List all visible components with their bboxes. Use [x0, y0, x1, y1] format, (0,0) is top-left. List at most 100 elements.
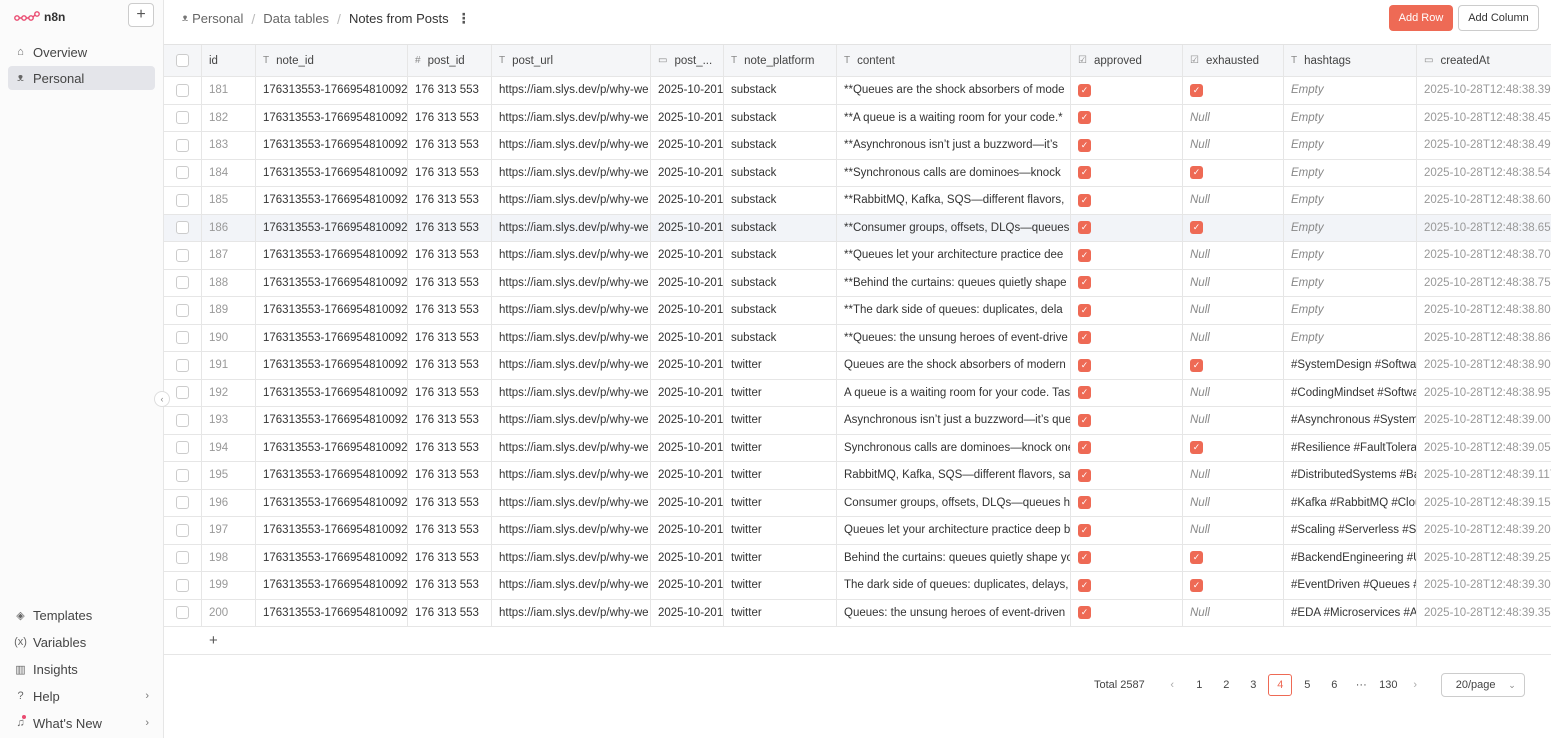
table-row[interactable]: 197 176313553-1766954810092- 176 313 553 ht…	[164, 517, 1551, 545]
cell-note-platform[interactable]: twitter	[724, 434, 837, 461]
cell-post-id[interactable]: 176 313 553	[408, 407, 492, 434]
cell-content[interactable]: **Behind the curtains: queues quietly sh…	[837, 269, 1071, 296]
checked-checkbox-icon[interactable]: ✓	[1190, 83, 1203, 97]
column-header-note-platform[interactable]: Tnote_platform	[724, 45, 837, 76]
cell-note-platform[interactable]: substack	[724, 132, 837, 159]
cell-content[interactable]: Synchronous calls are dominoes—knock one	[837, 434, 1071, 461]
cell-hashtags[interactable]: Empty	[1284, 187, 1417, 214]
cell-note-platform[interactable]: twitter	[724, 407, 837, 434]
table-row[interactable]: 189 176313553-1766954810092- 176 313 553 ht…	[164, 297, 1551, 325]
table-row[interactable]: 195 176313553-1766954810092- 176 313 553 ht…	[164, 462, 1551, 490]
cell-hashtags[interactable]: #Asynchronous #System	[1284, 407, 1417, 434]
cell-note-id[interactable]: 176313553-1766954810092-	[256, 324, 408, 351]
cell-content[interactable]: **RabbitMQ, Kafka, SQS—different flavors…	[837, 187, 1071, 214]
table-row[interactable]: 182 176313553-1766954810092- 176 313 553 ht…	[164, 104, 1551, 132]
cell-post-url[interactable]: https://iam.slys.dev/p/why-we	[492, 77, 651, 104]
checked-checkbox-icon[interactable]: ✓	[1078, 221, 1091, 235]
cell-hashtags[interactable]: Empty	[1284, 242, 1417, 269]
cell-content[interactable]: **A queue is a waiting room for your cod…	[837, 104, 1071, 131]
checked-checkbox-icon[interactable]: ✓	[1190, 358, 1203, 372]
cell-post-id[interactable]: 176 313 553	[408, 599, 492, 626]
cell-approved[interactable]: ✓	[1071, 517, 1183, 544]
cell-post-id[interactable]: 176 313 553	[408, 544, 492, 571]
checked-checkbox-icon[interactable]: ✓	[1078, 468, 1091, 482]
collapse-sidebar-button[interactable]: ‹	[154, 391, 170, 407]
column-header-approved[interactable]: ☑ approved	[1071, 45, 1183, 76]
next-page-icon[interactable]: ›	[1403, 674, 1427, 696]
cell-post-id[interactable]: 176 313 553	[408, 159, 492, 186]
checked-checkbox-icon[interactable]: ✓	[1078, 83, 1091, 97]
cell-id[interactable]: 196	[202, 489, 256, 516]
cell-post-date[interactable]: 2025-10-201	[651, 324, 724, 351]
page-button[interactable]: 2	[1214, 674, 1238, 696]
cell-post-date[interactable]: 2025-10-201	[651, 242, 724, 269]
cell-note-platform[interactable]: twitter	[724, 599, 837, 626]
cell-post-url[interactable]: https://iam.slys.dev/p/why-we	[492, 269, 651, 296]
checked-checkbox-icon[interactable]: ✓	[1078, 386, 1091, 400]
cell-exhausted[interactable]: ✓	[1183, 159, 1284, 186]
cell-created-at[interactable]: 2025-10-28T12:48:38.65	[1417, 215, 1551, 242]
cell-note-platform[interactable]: twitter	[724, 352, 837, 379]
cell-exhausted[interactable]: ✓	[1183, 77, 1284, 104]
cell-post-id[interactable]: 176 313 553	[408, 572, 492, 599]
cell-hashtags[interactable]: Empty	[1284, 214, 1417, 241]
sidebar-item-personal[interactable]: ᴥ Personal	[8, 66, 155, 90]
cell-post-date[interactable]: 2025-10-201	[651, 379, 724, 406]
checked-checkbox-icon[interactable]: ✓	[1078, 606, 1091, 620]
cell-id[interactable]: 183	[202, 132, 256, 159]
cell-id[interactable]: 197	[202, 517, 256, 544]
cell-note-id[interactable]: 176313553-1766954810092-	[256, 462, 408, 489]
cell-post-url[interactable]: https://iam.slys.dev/p/why-we	[492, 379, 651, 406]
cell-post-url[interactable]: https://iam.slys.dev/p/why-we	[492, 242, 651, 269]
table-row[interactable]: 186 176313553-1766954810092- 176 313 553 ht…	[164, 214, 1551, 242]
cell-note-id[interactable]: 176313553-1766954810092-	[256, 352, 408, 379]
column-header-post-date[interactable]: ▭ post_...	[651, 45, 724, 76]
sidebar-item-whats-new[interactable]: ♫ What's New ›	[8, 711, 155, 735]
cell-hashtags[interactable]: Empty	[1284, 77, 1417, 104]
cell-exhausted[interactable]: Null	[1183, 297, 1284, 324]
cell-approved[interactable]: ✓	[1071, 599, 1183, 626]
page-button[interactable]: 3	[1241, 674, 1265, 696]
cell-id[interactable]: 184	[202, 159, 256, 186]
cell-post-url[interactable]: https://iam.slys.dev/p/why-we	[492, 159, 651, 186]
cell-note-id[interactable]: 176313553-1766954810092-	[256, 159, 408, 186]
page-button[interactable]: 4	[1268, 674, 1293, 696]
cell-approved[interactable]: ✓	[1071, 352, 1183, 379]
row-checkbox[interactable]	[176, 193, 189, 207]
cell-hashtags[interactable]: #Kafka #RabbitMQ #Clou	[1284, 489, 1417, 516]
page-button[interactable]: 130	[1376, 674, 1400, 696]
cell-post-url[interactable]: https://iam.slys.dev/p/why-we	[492, 104, 651, 131]
cell-id[interactable]: 190	[202, 324, 256, 351]
cell-created-at[interactable]: 2025-10-28T12:48:39.05	[1417, 435, 1551, 462]
row-checkbox[interactable]	[176, 496, 189, 510]
row-checkbox[interactable]	[176, 358, 189, 372]
cell-post-date[interactable]: 2025-10-201	[651, 159, 724, 186]
cell-post-url[interactable]: https://iam.slys.dev/p/why-we	[492, 544, 651, 571]
cell-approved[interactable]: ✓	[1071, 379, 1183, 406]
cell-note-platform[interactable]: substack	[724, 159, 837, 186]
cell-note-id[interactable]: 176313553-1766954810092-	[256, 242, 408, 269]
checked-checkbox-icon[interactable]: ✓	[1190, 578, 1203, 592]
cell-id[interactable]: 186	[202, 214, 256, 241]
table-row[interactable]: 181 176313553-1766954810092- 176 313 553 ht…	[164, 77, 1551, 105]
cell-approved[interactable]: ✓	[1071, 572, 1183, 599]
cell-note-platform[interactable]: twitter	[724, 489, 837, 516]
cell-hashtags[interactable]: Empty	[1284, 324, 1417, 351]
row-checkbox[interactable]	[176, 276, 189, 290]
row-checkbox[interactable]	[176, 111, 189, 125]
cell-note-id[interactable]: 176313553-1766954810092-	[256, 132, 408, 159]
cell-post-id[interactable]: 176 313 553	[408, 379, 492, 406]
cell-post-date[interactable]: 2025-10-201	[651, 214, 724, 241]
cell-hashtags[interactable]: #SystemDesign #Softwa	[1284, 352, 1417, 379]
checked-checkbox-icon[interactable]: ✓	[1078, 441, 1091, 455]
cell-hashtags[interactable]: Empty	[1284, 159, 1417, 186]
cell-approved[interactable]: ✓	[1071, 104, 1183, 131]
cell-approved[interactable]: ✓	[1071, 214, 1183, 241]
page-button[interactable]: 1	[1187, 674, 1211, 696]
cell-id[interactable]: 187	[202, 242, 256, 269]
more-pages-icon[interactable]: ···	[1349, 674, 1373, 696]
page-button[interactable]: 6	[1322, 674, 1346, 696]
cell-created-at[interactable]: 2025-10-28T12:48:38.49	[1417, 132, 1551, 159]
cell-note-platform[interactable]: substack	[724, 297, 837, 324]
cell-created-at[interactable]: 2025-10-28T12:48:38.54	[1417, 160, 1551, 187]
